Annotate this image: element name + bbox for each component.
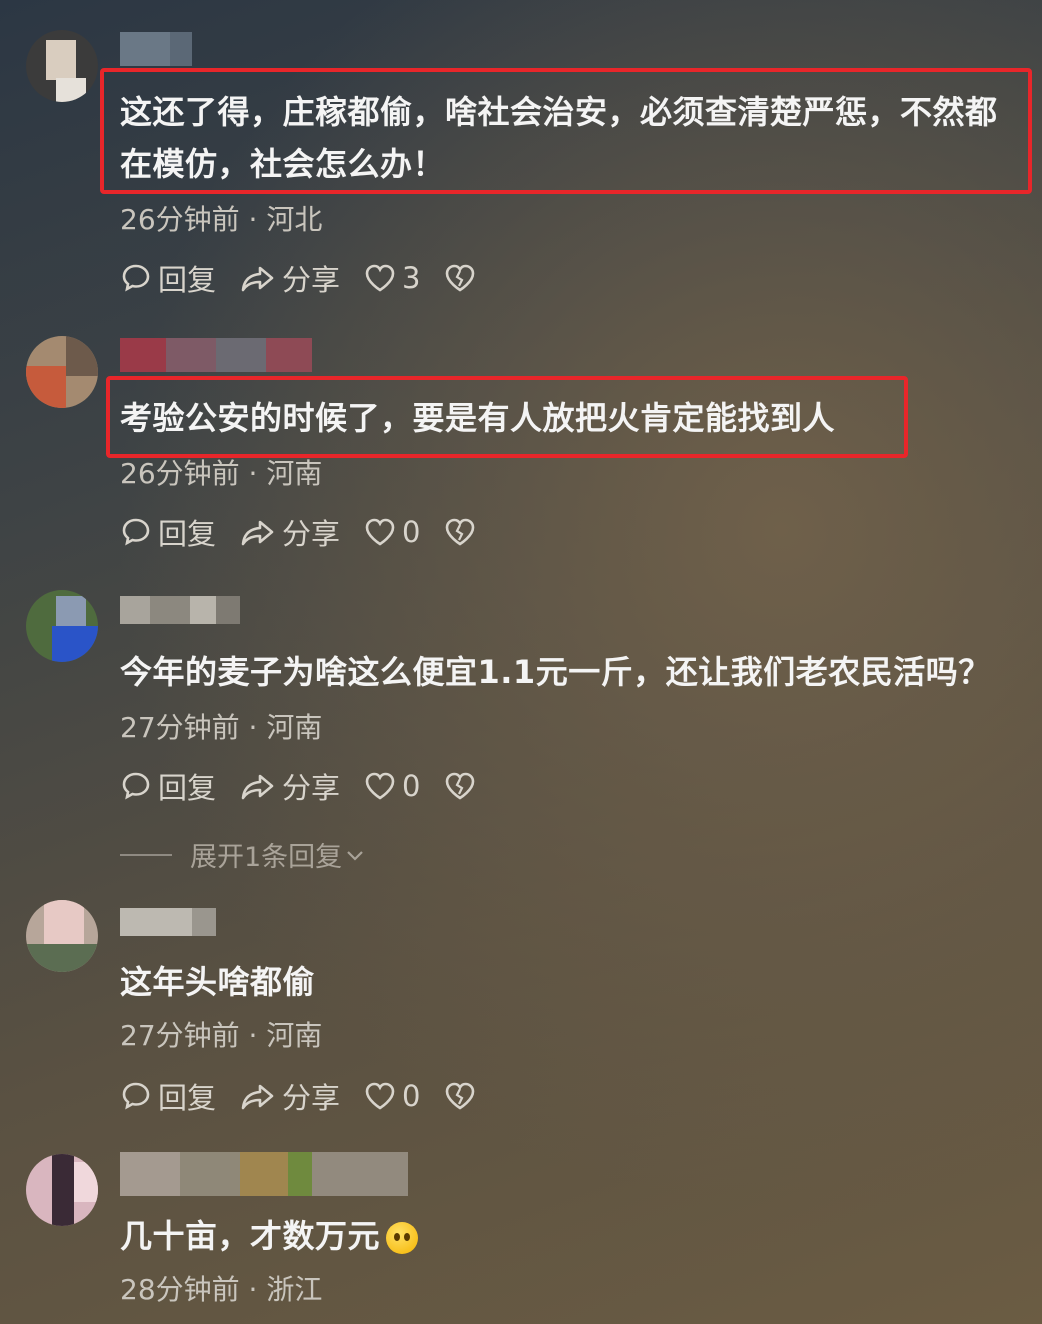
- share-label: 分享: [282, 263, 341, 297]
- like-button[interactable]: 3: [364, 261, 420, 295]
- speech-bubble-icon: [122, 1082, 150, 1110]
- dislike-button[interactable]: [444, 771, 482, 801]
- expand-replies-label: 展开1条回复: [190, 842, 343, 873]
- reply-button[interactable]: 回复: [120, 1075, 216, 1117]
- like-count: 0: [402, 515, 421, 549]
- comment-meta: 26分钟前 · 河南: [120, 452, 322, 492]
- separator: ·: [248, 457, 258, 490]
- location: 河南: [266, 457, 323, 490]
- comment-meta: 26分钟前 · 河北: [120, 198, 322, 238]
- location: 浙江: [266, 1273, 323, 1306]
- avatar[interactable]: [26, 336, 98, 408]
- share-arrow-icon: [241, 266, 274, 292]
- timestamp: 28分钟前: [120, 1273, 240, 1306]
- share-button[interactable]: 分享: [240, 257, 340, 299]
- share-button[interactable]: 分享: [240, 765, 340, 807]
- comment-meta: 28分钟前 · 浙江: [120, 1268, 322, 1308]
- heart-icon: [365, 1082, 395, 1110]
- action-bar: 回复 分享 0: [120, 766, 506, 806]
- comment-meta: 27分钟前 · 河南: [120, 1014, 322, 1054]
- share-arrow-icon: [241, 1084, 274, 1110]
- comment-text: 几十亩，才数万元: [120, 1210, 1020, 1262]
- like-button[interactable]: 0: [364, 1079, 420, 1113]
- reply-label: 回复: [158, 517, 217, 551]
- separator: ·: [248, 711, 258, 744]
- heart-icon: [365, 264, 395, 292]
- action-bar: 回复 分享 3: [120, 258, 506, 298]
- comment-text: 考验公安的时候了，要是有人放把火肯定能找到人: [120, 399, 836, 437]
- broken-heart-icon: [446, 518, 475, 546]
- timestamp: 26分钟前: [120, 457, 240, 490]
- share-button[interactable]: 分享: [240, 1075, 340, 1117]
- location: 河南: [266, 1019, 323, 1052]
- like-count: 0: [402, 769, 421, 803]
- chevron-down-icon: [347, 850, 363, 861]
- reply-button[interactable]: 回复: [120, 257, 216, 299]
- action-bar: 回复 分享 0: [120, 512, 506, 552]
- share-arrow-icon: [241, 520, 274, 546]
- timestamp: 27分钟前: [120, 711, 240, 744]
- timestamp: 26分钟前: [120, 203, 240, 236]
- dislike-button[interactable]: [444, 263, 482, 293]
- share-button[interactable]: 分享: [240, 511, 340, 553]
- broken-heart-icon: [446, 1082, 475, 1110]
- speech-bubble-icon: [122, 772, 150, 800]
- heart-icon: [365, 518, 395, 546]
- comment-text-content: 几十亩，才数万元: [120, 1217, 381, 1255]
- share-label: 分享: [282, 517, 341, 551]
- share-label: 分享: [282, 771, 341, 805]
- avatar[interactable]: [26, 30, 98, 102]
- expand-replies-button[interactable]: 展开1条回复: [120, 835, 366, 874]
- dislike-button[interactable]: [444, 1081, 482, 1111]
- comment-text: 今年的麦子为啥这么便宜1.1元一斤，还让我们老农民活吗？: [120, 653, 991, 691]
- avatar[interactable]: [26, 900, 98, 972]
- reply-button[interactable]: 回复: [120, 765, 216, 807]
- location: 河南: [266, 711, 323, 744]
- comment-text: 这年头啥都偷: [120, 963, 316, 1001]
- reply-label: 回复: [158, 1081, 217, 1115]
- avatar[interactable]: [26, 590, 98, 662]
- avatar[interactable]: [26, 1154, 98, 1226]
- like-button[interactable]: 0: [364, 515, 420, 549]
- speech-bubble-icon: [122, 518, 150, 546]
- broken-heart-icon: [446, 772, 475, 800]
- action-bar: 回复 分享 0: [120, 1076, 506, 1116]
- heart-icon: [365, 772, 395, 800]
- separator: ·: [248, 1273, 258, 1306]
- divider-line: [120, 853, 172, 856]
- reply-button[interactable]: 回复: [120, 511, 216, 553]
- reply-label: 回复: [158, 263, 217, 297]
- comment-text: 这还了得，庄稼都偷，啥社会治安，必须查清楚严惩，不然都在模仿，社会怎么办！: [120, 93, 998, 183]
- like-button[interactable]: 0: [364, 769, 420, 803]
- dislike-button[interactable]: [444, 517, 482, 547]
- location: 河北: [266, 203, 323, 236]
- separator: ·: [248, 203, 258, 236]
- like-count: 0: [402, 1079, 421, 1113]
- share-label: 分享: [282, 1081, 341, 1115]
- share-arrow-icon: [241, 774, 274, 800]
- timestamp: 27分钟前: [120, 1019, 240, 1052]
- broken-heart-icon: [446, 264, 475, 292]
- separator: ·: [248, 1019, 258, 1052]
- pleading-face-icon: [386, 1222, 419, 1254]
- like-count: 3: [402, 261, 421, 295]
- speech-bubble-icon: [122, 264, 150, 292]
- comment-meta: 27分钟前 · 河南: [120, 706, 322, 746]
- reply-label: 回复: [158, 771, 217, 805]
